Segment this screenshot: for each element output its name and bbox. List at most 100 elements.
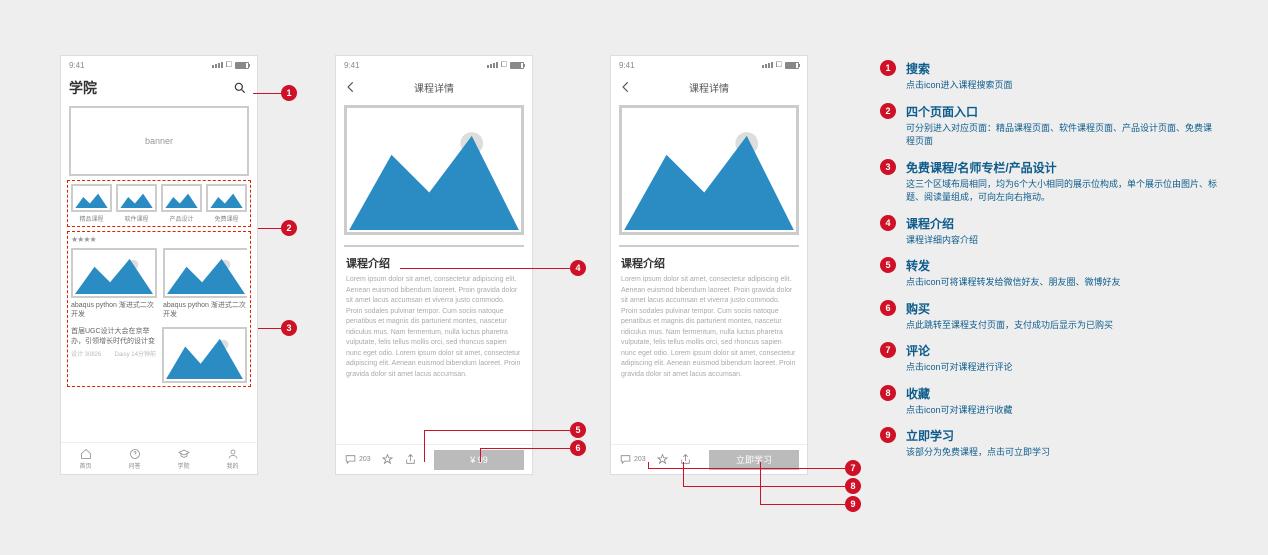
callout-7: 7 (845, 460, 861, 476)
header-title: 课程详情 (414, 80, 454, 95)
star-icon (381, 453, 394, 466)
signal-icon (762, 62, 773, 68)
course-description: Lorem ipsum dolor sit amet, consectetur … (346, 275, 522, 380)
news-text[interactable]: 首届UGC设计大会在京举办，引领增长时代的设计变 设计 30826Daisy 1… (71, 327, 156, 383)
leader-line (648, 462, 649, 468)
entry-item[interactable]: 免费课程 (206, 184, 247, 223)
legend-row: 6购买点此跳转至课程支付页面，支付成功后显示为已购买 (880, 300, 1220, 333)
signal-icon (212, 62, 223, 68)
share-button[interactable] (679, 453, 692, 466)
legend: 1搜索点击icon进入课程搜索页面 2四个页面入口可分别进入对应页面：精品课程页… (880, 60, 1220, 470)
signal-icon (487, 62, 498, 68)
callout-5: 5 (570, 422, 586, 438)
leader-line (683, 486, 845, 487)
tab-qa[interactable]: 问答 (110, 443, 159, 474)
phone-home: 9:41 ⧠ 学院 banner 精品课程 软件课程 产品设计 免费课程 ★★★… (60, 55, 258, 475)
status-bar: 9:41 ⧠ (336, 56, 532, 74)
entries-row: 精品课程 软件课程 产品设计 免费课程 (67, 180, 251, 227)
back-icon (344, 80, 358, 94)
entry-item[interactable]: 软件课程 (116, 184, 157, 223)
horizontal-cards[interactable]: abaqus python 渐进式二次开发 abaqus python 渐进式二… (71, 248, 247, 319)
hero-image (619, 105, 799, 235)
leader-line (683, 462, 684, 486)
legend-row: 2四个页面入口可分别进入对应页面：精品课程页面、软件课程页面、产品设计页面、免费… (880, 103, 1220, 149)
callout-3: 3 (281, 320, 297, 336)
favorite-button[interactable] (656, 453, 669, 466)
phone-detail-paid: 9:41 ⧠ 课程详情 课程介绍 Lorem ipsum dolor sit a… (335, 55, 533, 475)
callout-4: 4 (570, 260, 586, 276)
leader-line (480, 448, 481, 462)
course-carousel: ★★★★ abaqus python 渐进式二次开发 abaqus python… (67, 231, 251, 387)
leader-line (400, 268, 570, 269)
status-time: 9:41 (344, 61, 360, 70)
tab-bar: 首页 问答 学院 我的 (61, 442, 257, 474)
comment-icon (344, 453, 357, 466)
comment-icon (619, 453, 632, 466)
action-bar: 203 立即学习 (611, 444, 807, 474)
divider (619, 245, 799, 247)
news-image[interactable] (162, 327, 247, 383)
battery-icon (510, 62, 524, 69)
callout-8: 8 (845, 478, 861, 494)
course-card[interactable]: abaqus python 渐进式二次开发 (163, 248, 247, 319)
legend-row: 7评论点击icon可对课程进行评论 (880, 342, 1220, 375)
leader-line (760, 504, 845, 505)
tab-home[interactable]: 首页 (61, 443, 110, 474)
hero-image (344, 105, 524, 235)
favorite-button[interactable] (381, 453, 394, 466)
status-bar: 9:41 ⧠ (611, 56, 807, 74)
buy-button[interactable]: ¥ 99 (434, 450, 524, 470)
wifi-icon: ⧠ (226, 60, 232, 70)
learn-button[interactable]: 立即学习 (709, 450, 799, 470)
status-bar: 9:41 ⧠ (61, 56, 257, 74)
leader-line (424, 430, 425, 462)
legend-row: 4课程介绍课程详细内容介绍 (880, 215, 1220, 248)
course-description: Lorem ipsum dolor sit amet, consectetur … (621, 275, 797, 380)
rating-stars: ★★★★ (71, 235, 247, 244)
share-icon (404, 453, 417, 466)
leader-line (253, 93, 281, 94)
share-button[interactable] (404, 453, 417, 466)
battery-icon (235, 62, 249, 69)
share-icon (679, 453, 692, 466)
star-icon (656, 453, 669, 466)
entry-item[interactable]: 精品课程 (71, 184, 112, 223)
divider (344, 245, 524, 247)
leader-line (258, 328, 281, 329)
tab-me[interactable]: 我的 (208, 443, 257, 474)
back-button[interactable] (619, 80, 633, 97)
back-button[interactable] (344, 80, 358, 97)
search-icon (233, 81, 247, 95)
banner[interactable]: banner (69, 106, 249, 176)
legend-row: 9立即学习该部分为免费课程，点击可立即学习 (880, 427, 1220, 460)
comment-button[interactable]: 203 (619, 453, 646, 466)
battery-icon (785, 62, 799, 69)
leader-line (760, 462, 761, 504)
back-icon (619, 80, 633, 94)
course-card[interactable]: abaqus python 渐进式二次开发 (71, 248, 157, 319)
legend-row: 8收藏点击icon可对课程进行收藏 (880, 385, 1220, 418)
comment-button[interactable]: 203 (344, 453, 371, 466)
user-icon (227, 448, 239, 460)
search-button[interactable] (231, 79, 249, 97)
status-time: 9:41 (69, 61, 85, 70)
phone-detail-free: 9:41 ⧠ 课程详情 课程介绍 Lorem ipsum dolor sit a… (610, 55, 808, 475)
callout-1: 1 (281, 85, 297, 101)
school-icon (178, 448, 190, 460)
question-icon (129, 448, 141, 460)
leader-line (480, 448, 570, 449)
tab-school[interactable]: 学院 (159, 443, 208, 474)
wifi-icon: ⧠ (501, 60, 507, 70)
section-title: 课程介绍 (621, 255, 797, 271)
entry-item[interactable]: 产品设计 (161, 184, 202, 223)
status-time: 9:41 (619, 61, 635, 70)
legend-row: 3免费课程/名师专栏/产品设计这三个区域布局相同，均为6个大小相同的展示位构成，… (880, 159, 1220, 205)
wifi-icon: ⧠ (776, 60, 782, 70)
legend-row: 5转发点击icon可将课程转发给微信好友、朋友圈、微博好友 (880, 257, 1220, 290)
page-title: 学院 (69, 78, 97, 98)
header-title: 课程详情 (689, 80, 729, 95)
callout-6: 6 (570, 440, 586, 456)
leader-line (648, 468, 845, 469)
home-icon (80, 448, 92, 460)
legend-row: 1搜索点击icon进入课程搜索页面 (880, 60, 1220, 93)
